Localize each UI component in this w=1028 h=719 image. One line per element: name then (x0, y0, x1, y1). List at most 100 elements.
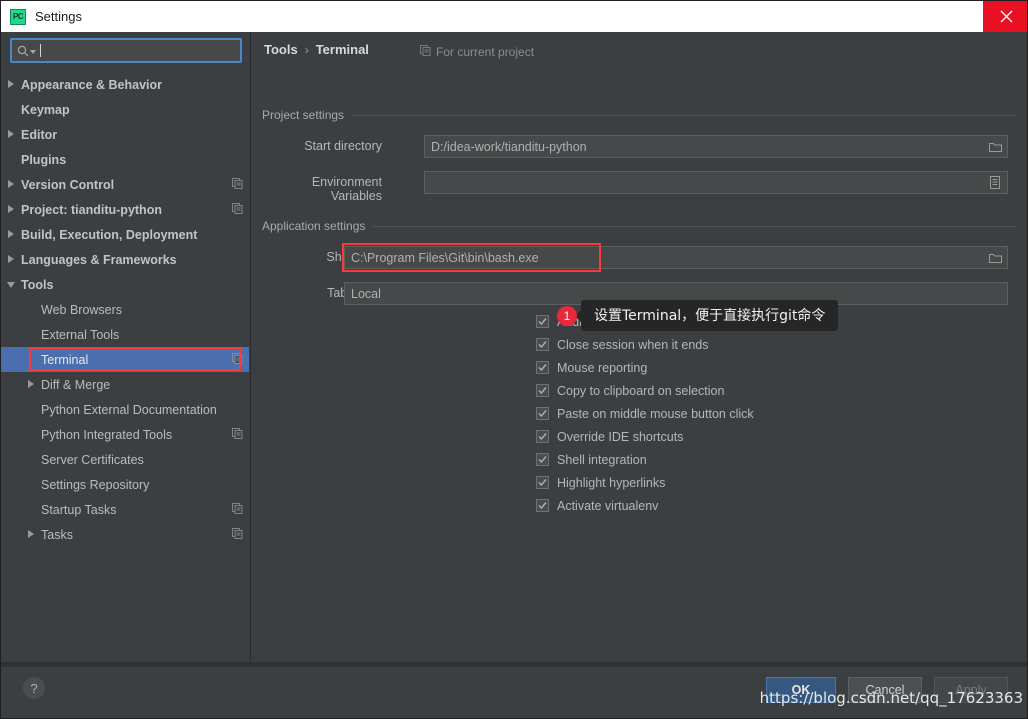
chevron-down-icon[interactable] (7, 280, 16, 289)
section-project-settings: Project settings (262, 108, 1017, 122)
sidebar-item-label: Python External Documentation (41, 402, 217, 417)
checkbox-label: Copy to clipboard on selection (557, 383, 725, 398)
sidebar-item-appearance-behavior[interactable]: Appearance & Behavior (1, 72, 249, 97)
checkbox-row[interactable]: Shell integration (536, 448, 647, 471)
checkbox-mouse-reporting[interactable] (536, 361, 549, 374)
checkbox-close-session-when-it-ends[interactable] (536, 338, 549, 351)
checkbox-highlight-hyperlinks[interactable] (536, 476, 549, 489)
for-current-project: For current project (420, 45, 534, 59)
section-application-settings: Application settings (262, 219, 1017, 233)
chevron-right-icon[interactable] (27, 380, 36, 389)
title-bar: PC Settings (1, 1, 1027, 32)
start-directory-field[interactable]: D:/idea-work/tianditu-python (424, 135, 1008, 158)
checkbox-audible-bell[interactable] (536, 315, 549, 328)
start-directory-browse-button[interactable] (984, 137, 1006, 156)
checkbox-label: Highlight hyperlinks (557, 475, 666, 490)
chevron-right-icon[interactable] (7, 80, 16, 89)
sidebar-item-label: Plugins (21, 152, 67, 167)
checkbox-row[interactable]: Close session when it ends (536, 333, 708, 356)
section-project-settings-label: Project settings (262, 108, 345, 122)
checkbox-row[interactable]: Activate virtualenv (536, 494, 658, 517)
sidebar-item-keymap[interactable]: Keymap (1, 97, 249, 122)
checkbox-row[interactable]: Highlight hyperlinks (536, 471, 665, 494)
annotation-callout: 1 设置Terminal，便于直接执行git命令 (557, 300, 839, 331)
breadcrumb-root[interactable]: Tools (264, 42, 298, 57)
environment-variables-label: Environment Variables (311, 175, 382, 203)
sidebar-item-python-external-documentation[interactable]: Python External Documentation (1, 397, 249, 422)
section-application-settings-label: Application settings (262, 219, 366, 233)
sidebar-item-label: Languages & Frameworks (21, 252, 177, 267)
search-icon (17, 45, 29, 57)
chevron-right-icon[interactable] (7, 130, 16, 139)
sidebar-item-server-certificates[interactable]: Server Certificates (1, 447, 249, 472)
sidebar-item-tasks[interactable]: Tasks (1, 522, 249, 547)
project-scope-icon (232, 351, 243, 369)
pycharm-icon: PC (10, 8, 26, 25)
shell-path-value: C:\Program Files\Git\bin\bash.exe (351, 250, 539, 265)
sidebar-item-label: External Tools (41, 327, 120, 342)
checkbox-override-ide-shortcuts[interactable] (536, 430, 549, 443)
sidebar-item-web-browsers[interactable]: Web Browsers (1, 297, 249, 322)
shell-path-field[interactable]: C:\Program Files\Git\bin\bash.exe (344, 246, 1008, 269)
sidebar-item-label: Python Integrated Tools (41, 427, 173, 442)
sidebar-item-label: Server Certificates (41, 452, 144, 467)
checkbox-row[interactable]: Paste on middle mouse button click (536, 402, 754, 425)
breadcrumb: Tools › Terminal (264, 42, 369, 57)
search-input[interactable] (10, 38, 242, 63)
chevron-right-icon[interactable] (7, 230, 16, 239)
sidebar-item-tools[interactable]: Tools (1, 272, 249, 297)
close-button[interactable] (983, 1, 1027, 32)
sidebar-item-label: Build, Execution, Deployment (21, 227, 198, 242)
environment-variables-edit-button[interactable] (984, 173, 1006, 192)
chevron-right-icon[interactable] (7, 255, 16, 264)
annotation-text: 设置Terminal，便于直接执行git命令 (574, 300, 839, 331)
sidebar-item-startup-tasks[interactable]: Startup Tasks (1, 497, 249, 522)
shell-path-browse-button[interactable] (984, 248, 1006, 267)
checkbox-label: Close session when it ends (557, 337, 709, 352)
sidebar-item-label: Version Control (21, 177, 115, 192)
sidebar-item-languages-frameworks[interactable]: Languages & Frameworks (1, 247, 249, 272)
sidebar-item-label: Appearance & Behavior (21, 77, 163, 92)
start-directory-value: D:/idea-work/tianditu-python (431, 139, 587, 154)
sidebar-item-label: Project: tianditu-python (21, 202, 162, 217)
sidebar-item-diff-merge[interactable]: Diff & Merge (1, 372, 249, 397)
help-button[interactable]: ? (23, 677, 45, 699)
checkbox-copy-to-clipboard-on-selection[interactable] (536, 384, 549, 397)
sidebar-item-label: Startup Tasks (41, 502, 117, 517)
settings-sidebar: Appearance & Behavior Keymap Editor Plugins… (1, 32, 251, 666)
sidebar-item-editor[interactable]: Editor (1, 122, 249, 147)
search-dropdown-icon[interactable] (30, 50, 36, 54)
sidebar-item-settings-repository[interactable]: Settings Repository (1, 472, 249, 497)
checkbox-row[interactable]: Copy to clipboard on selection (536, 379, 724, 402)
settings-dialog: PC Settings Appearance & Behavior Keymap E… (0, 0, 1028, 719)
checkbox-label: Shell integration (557, 452, 647, 467)
sidebar-item-external-tools[interactable]: External Tools (1, 322, 249, 347)
checkbox-shell-integration[interactable] (536, 453, 549, 466)
close-icon (1000, 10, 1012, 23)
sidebar-item-label: Settings Repository (41, 477, 150, 492)
chevron-right-icon[interactable] (7, 205, 16, 214)
environment-variables-field[interactable] (424, 171, 1008, 194)
breadcrumb-separator: › (304, 42, 309, 57)
sidebar-item-python-integrated-tools[interactable]: Python Integrated Tools (1, 422, 249, 447)
checkbox-paste-on-middle-mouse-button-click[interactable] (536, 407, 549, 420)
sidebar-item-project-tianditu-python[interactable]: Project: tianditu-python (1, 197, 249, 222)
sidebar-item-build-execution-deployment[interactable]: Build, Execution, Deployment (1, 222, 249, 247)
chevron-right-icon[interactable] (27, 530, 36, 539)
sidebar-item-label: Terminal (41, 352, 89, 367)
checkbox-row[interactable]: Override IDE shortcuts (536, 425, 683, 448)
sidebar-item-version-control[interactable]: Version Control (1, 172, 249, 197)
for-current-project-label: For current project (436, 45, 535, 59)
checkbox-activate-virtualenv[interactable] (536, 499, 549, 512)
chevron-right-icon[interactable] (7, 180, 16, 189)
checkbox-row[interactable]: Mouse reporting (536, 356, 647, 379)
sidebar-item-terminal[interactable]: Terminal (1, 347, 249, 372)
sidebar-item-plugins[interactable]: Plugins (1, 147, 249, 172)
